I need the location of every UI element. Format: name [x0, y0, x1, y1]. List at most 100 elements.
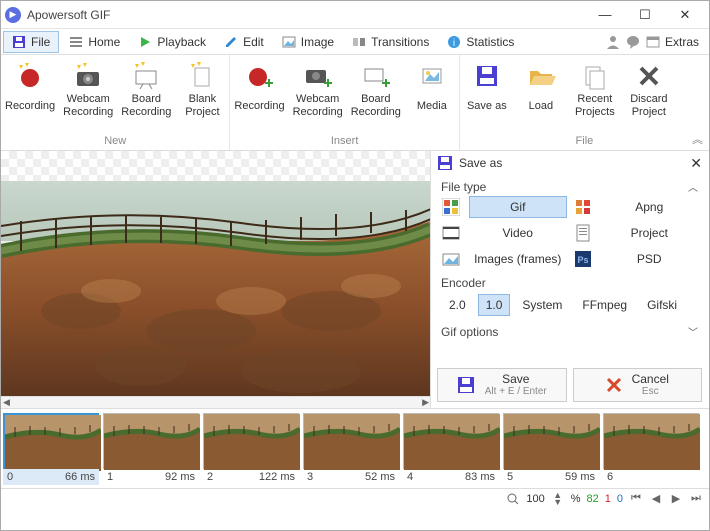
saveas-close-icon[interactable]: ✕ — [690, 155, 702, 172]
filetype-apng[interactable]: Apng — [601, 196, 699, 218]
new-board-button[interactable]: Board Recording — [117, 55, 175, 133]
ribbon-group-new: Recording Webcam Recording Board Recordi… — [1, 55, 230, 150]
menu-playback[interactable]: Playback — [130, 32, 214, 52]
play-icon — [138, 35, 152, 49]
group-file-label: File — [460, 133, 709, 150]
save-hint: Alt + E / Enter — [485, 386, 547, 397]
frame-thumb — [103, 413, 199, 469]
frame-4[interactable]: 4 83 ms — [403, 413, 499, 488]
frame-index: 4 — [407, 471, 413, 483]
cancel-label: Cancel — [632, 373, 669, 386]
filetype-video[interactable]: Video — [469, 222, 567, 244]
encoder-2-0[interactable]: 2.0 — [441, 294, 474, 316]
insert-webcam-label: Webcam Recording — [293, 93, 343, 119]
file-recent-button[interactable]: Recent Projects — [568, 55, 622, 133]
new-recording-label: Recording — [5, 93, 55, 119]
encoder-ffmpeg[interactable]: FFmpeg — [574, 294, 635, 316]
window-icon[interactable] — [645, 34, 661, 50]
insert-recording-label: Recording — [234, 93, 284, 119]
menu-transitions[interactable]: Transitions — [344, 32, 437, 52]
chevron-down-icon[interactable]: ﹀ — [688, 324, 698, 339]
menu-file[interactable]: File — [3, 31, 59, 53]
frame-duration: 52 ms — [365, 471, 395, 483]
filetype-label: File type — [441, 180, 486, 194]
encoder-system[interactable]: System — [514, 294, 570, 316]
frame-3[interactable]: 3 52 ms — [303, 413, 399, 488]
frame-index: 0 — [7, 471, 13, 483]
record-plus-icon — [244, 61, 274, 91]
encoder-1-0[interactable]: 1.0 — [478, 294, 511, 316]
frame-6[interactable]: 6 — [603, 413, 699, 488]
filetype-gif[interactable]: Gif — [469, 196, 567, 218]
status-green: 82 — [587, 493, 599, 505]
frame-duration: 83 ms — [465, 471, 495, 483]
filetype-images[interactable]: Images (frames) — [469, 248, 567, 270]
canvas-preview[interactable] — [1, 151, 431, 396]
menu-edit[interactable]: Edit — [216, 32, 272, 52]
file-load-button[interactable]: Load — [514, 55, 568, 133]
menu-extras-label[interactable]: Extras — [665, 35, 699, 49]
nav-prev-icon[interactable]: ◀ — [649, 492, 663, 506]
new-board-label: Board Recording — [121, 93, 171, 119]
zoom-value: 100 — [526, 493, 544, 505]
frame-thumb — [303, 413, 399, 469]
frame-2[interactable]: 2122 ms — [203, 413, 299, 488]
insert-media-button[interactable]: Media — [405, 55, 459, 133]
insert-board-label: Board Recording — [351, 93, 401, 119]
cancel-button[interactable]: CancelEsc — [573, 368, 703, 402]
saveas-title: Save as — [459, 156, 502, 170]
transitions-icon — [352, 35, 366, 49]
cancel-hint: Esc — [642, 386, 659, 397]
media-icon — [417, 61, 447, 91]
save-button[interactable]: SaveAlt + E / Enter — [437, 368, 567, 402]
record-icon — [15, 61, 45, 91]
menu-home[interactable]: Home — [61, 32, 128, 52]
close-button[interactable]: ✕ — [665, 1, 705, 29]
user-icon[interactable] — [605, 34, 621, 50]
file-discard-button[interactable]: Discard Project — [622, 55, 676, 133]
nav-first-icon[interactable]: ⏮ — [629, 492, 643, 506]
insert-media-label: Media — [417, 93, 447, 119]
encoder-label: Encoder — [441, 276, 486, 290]
filetype-psd[interactable]: PSD — [601, 248, 699, 270]
nav-next-icon[interactable]: ▶ — [669, 492, 683, 506]
minimize-button[interactable]: — — [585, 1, 625, 29]
menu-image[interactable]: Image — [274, 32, 342, 52]
frame-index: 3 — [307, 471, 313, 483]
insert-board-button[interactable]: Board Recording — [347, 55, 405, 133]
home-list-icon — [69, 35, 83, 49]
project-type-icon — [573, 223, 593, 243]
frame-duration: 122 ms — [259, 471, 295, 483]
frame-index: 5 — [507, 471, 513, 483]
chat-icon[interactable] — [625, 34, 641, 50]
save-icon — [457, 376, 475, 394]
board-plus-icon — [361, 61, 391, 91]
insert-webcam-button[interactable]: Webcam Recording — [289, 55, 347, 133]
zoom-icon[interactable] — [506, 492, 520, 506]
chevron-up-icon[interactable]: ︿ — [688, 179, 698, 194]
frame-1[interactable]: 192 ms — [103, 413, 199, 488]
maximize-button[interactable]: ☐ — [625, 1, 665, 29]
frame-thumb — [403, 413, 499, 469]
menu-statistics[interactable]: i Statistics — [439, 32, 522, 52]
frame-thumb — [203, 413, 299, 469]
frame-5[interactable]: 559 ms — [503, 413, 599, 488]
svg-text:i: i — [453, 38, 455, 49]
timeline[interactable]: 066 ms192 ms2122 ms 3 52 ms 4 83 ms 559 ms 6 — [1, 408, 709, 488]
new-blank-button[interactable]: Blank Project — [175, 55, 229, 133]
encoder-gifski[interactable]: Gifski — [639, 294, 685, 316]
new-recording-button[interactable]: Recording — [1, 55, 59, 133]
file-saveas-button[interactable]: Save as — [460, 55, 514, 133]
frame-0[interactable]: 066 ms — [3, 413, 99, 488]
board-icon — [131, 61, 161, 91]
filetype-project[interactable]: Project — [601, 222, 699, 244]
nav-last-icon[interactable]: ⏭ — [689, 492, 703, 506]
frame-index: 6 — [607, 471, 613, 483]
frame-duration: 92 ms — [165, 471, 195, 483]
insert-recording-button[interactable]: Recording — [230, 55, 288, 133]
ribbon-collapse-chevron-icon[interactable]: ︽ — [692, 131, 703, 147]
zoom-stepper-icon[interactable]: ▲▼ — [551, 492, 565, 506]
images-type-icon — [441, 249, 461, 269]
canvas-hscroll[interactable]: ◀▶ — [1, 396, 431, 408]
new-webcam-button[interactable]: Webcam Recording — [59, 55, 117, 133]
